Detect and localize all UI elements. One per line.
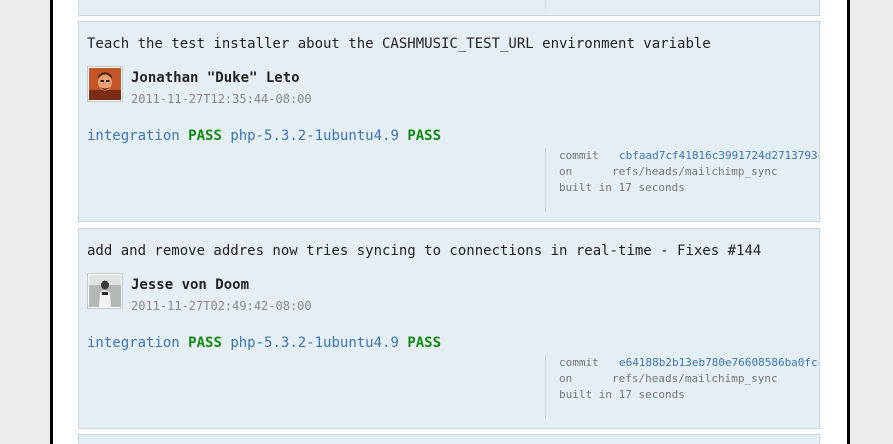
- commit-label: commit: [559, 356, 599, 369]
- build-duration: built in 17 seconds: [559, 388, 685, 401]
- environment-link[interactable]: php-5.3.2-1ubuntu4.9: [230, 335, 399, 351]
- avatar-photo-icon: [89, 275, 121, 307]
- build-status-line: integration PASS php-5.3.2-1ubuntu4.9 PA…: [87, 335, 441, 351]
- branch-ref: refs/heads/mailchimp_sync: [612, 372, 778, 385]
- suite-link[interactable]: integration: [87, 335, 180, 351]
- build-card-previous: [78, 0, 820, 16]
- build-duration: built in 17 seconds: [559, 181, 685, 194]
- author-name[interactable]: Jesse von Doom: [131, 277, 249, 293]
- suite-status-badge: PASS: [188, 335, 222, 351]
- commit-sha-link[interactable]: e64188b2b13eb780e76608586ba0fcc: [619, 356, 819, 369]
- commit-sha-link[interactable]: cbfaad7cf41816c3991724d2713793c: [619, 149, 819, 162]
- build-meta: commit e64188b2b13eb780e76608586ba0fcc on…: [545, 355, 819, 419]
- commit-message: Teach the test installer about the CASHM…: [87, 36, 711, 52]
- build-card: Teach the test installer about the CASHM…: [78, 21, 820, 222]
- author-name[interactable]: Jonathan "Duke" Leto: [131, 70, 300, 86]
- commit-message: add and remove addres now tries syncing …: [87, 243, 762, 259]
- build-card-next: [78, 434, 820, 444]
- ref-label: on: [559, 165, 573, 178]
- avatar[interactable]: [87, 66, 123, 102]
- suite-status-badge: PASS: [188, 128, 222, 144]
- branch-ref: refs/heads/mailchimp_sync: [612, 165, 778, 178]
- suite-link[interactable]: integration: [87, 128, 180, 144]
- build-status-line: integration PASS php-5.3.2-1ubuntu4.9 PA…: [87, 128, 441, 144]
- meta-divider: [545, 0, 546, 9]
- ref-label: on: [559, 372, 573, 385]
- avatar-photo-icon: [89, 68, 121, 100]
- build-meta: commit cbfaad7cf41816c3991724d2713793c on…: [545, 148, 819, 212]
- commit-label: commit: [559, 149, 599, 162]
- environment-status-badge: PASS: [407, 128, 442, 144]
- build-timestamp: 2011-11-27T02:49:42-08:00: [131, 299, 312, 313]
- environment-status-badge: PASS: [407, 335, 442, 351]
- build-history-page: Teach the test installer about the CASHM…: [50, 0, 850, 444]
- environment-link[interactable]: php-5.3.2-1ubuntu4.9: [230, 128, 399, 144]
- build-card: add and remove addres now tries syncing …: [78, 228, 820, 429]
- build-timestamp: 2011-11-27T12:35:44-08:00: [131, 92, 312, 106]
- avatar[interactable]: [87, 273, 123, 309]
